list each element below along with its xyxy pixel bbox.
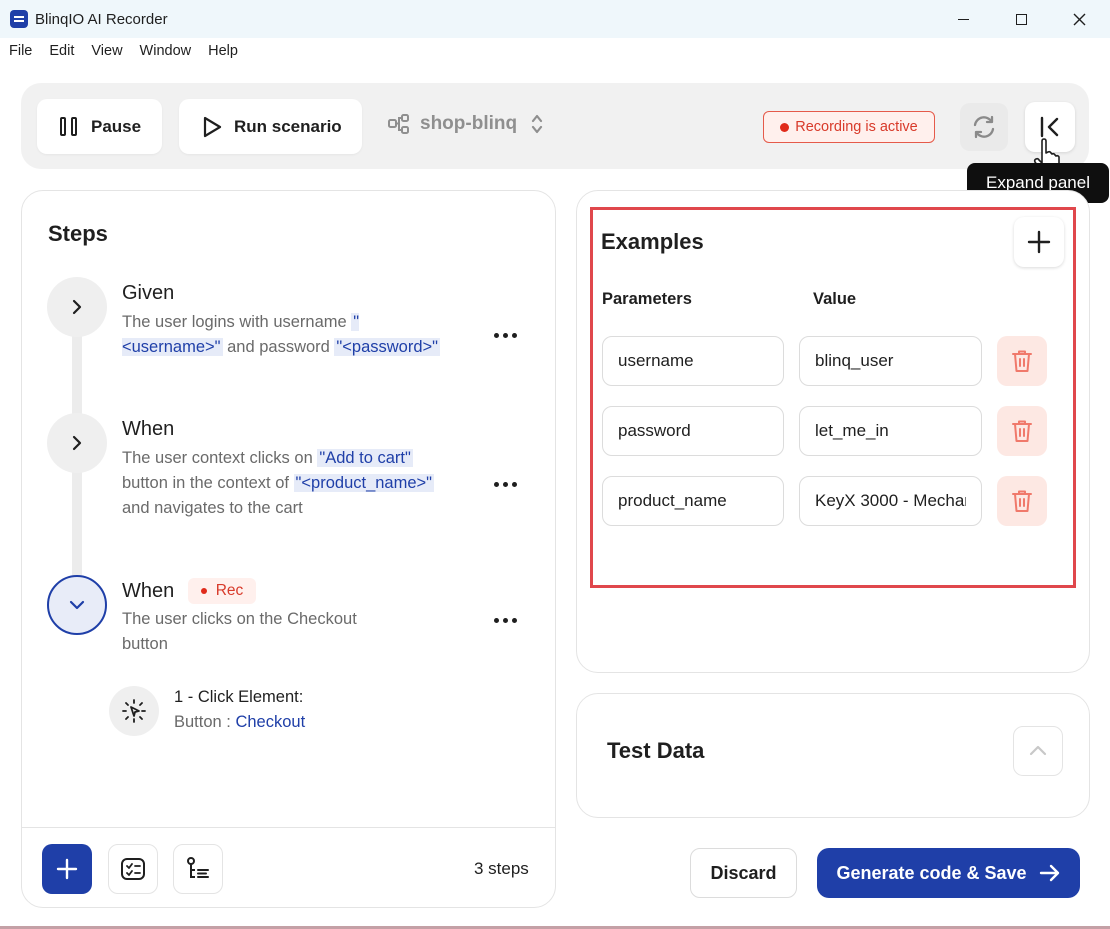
parameters-header: Parameters — [602, 290, 692, 308]
test-data-title: Test Data — [607, 738, 705, 763]
step-2-text: The user context clicks on "Add to cart"… — [122, 446, 442, 521]
step-1-more-button[interactable] — [494, 333, 517, 338]
step-3-keyword: When — [122, 580, 175, 602]
step-3-rec-label: Rec — [215, 582, 244, 599]
discard-button[interactable]: Discard — [690, 848, 797, 898]
run-scenario-label: Run scenario — [234, 116, 342, 136]
sort-icon — [531, 114, 543, 134]
value-input-password[interactable] — [799, 406, 982, 456]
examples-highlight-box — [590, 207, 1076, 588]
add-example-button[interactable] — [1014, 217, 1064, 267]
maximize-button[interactable] — [992, 0, 1050, 38]
list-tree-icon — [187, 857, 209, 878]
checklist-icon — [121, 858, 145, 880]
close-icon — [1073, 13, 1085, 25]
generate-code-save-button[interactable]: Generate code & Save — [817, 848, 1080, 898]
delete-row-username-button[interactable] — [997, 336, 1047, 386]
play-icon — [203, 116, 222, 137]
step-1-toggle[interactable] — [47, 277, 107, 337]
refresh-icon — [973, 115, 995, 139]
step-3-text: The user clicks on the Checkout button — [122, 610, 357, 653]
step-2-param-product-name: "<product_name>" — [293, 474, 435, 492]
sub-action-target-link[interactable]: Checkout — [235, 713, 305, 731]
app-logo-icon — [10, 10, 28, 28]
pause-button[interactable]: Pause — [37, 99, 162, 154]
recording-status-text: Recording is active — [795, 119, 918, 135]
menu-window[interactable]: Window — [140, 43, 192, 59]
sub-action-type: Button : — [174, 713, 236, 731]
sub-action-desc: Button : Checkout — [174, 713, 305, 732]
step-2-toggle[interactable] — [47, 413, 107, 473]
list-tree-button[interactable] — [173, 844, 223, 894]
trash-icon — [1012, 490, 1032, 512]
param-input-product-name[interactable] — [602, 476, 784, 526]
minimize-button[interactable] — [934, 0, 992, 38]
menu-file[interactable]: File — [9, 43, 32, 59]
chevron-up-icon — [1029, 745, 1047, 756]
chevron-right-icon — [72, 435, 82, 451]
project-selector[interactable]: shop-blinq — [388, 113, 543, 135]
step-2-param-add-to-cart: "Add to cart" — [317, 449, 413, 467]
recorder-toolbar: Pause Run scenario shop-blinq Recording … — [21, 83, 1089, 169]
menu-bar: File Edit View Window Help — [0, 38, 255, 64]
generate-code-save-label: Generate code & Save — [836, 862, 1027, 883]
pause-icon — [60, 117, 77, 136]
window-title: BlinqIO AI Recorder — [35, 11, 168, 28]
test-data-toggle-button[interactable] — [1013, 726, 1063, 776]
chevron-down-icon — [69, 600, 85, 610]
trash-icon — [1012, 420, 1032, 442]
step-1-text-part: The user logins with username — [122, 313, 352, 331]
value-input-product-name[interactable] — [799, 476, 982, 526]
rec-dot-icon — [200, 588, 207, 594]
arrow-right-icon — [1039, 864, 1059, 882]
project-name: shop-blinq — [420, 113, 518, 134]
title-bar: BlinqIO AI Recorder — [0, 0, 1110, 38]
step-2-text-part: button in the context of — [122, 474, 294, 492]
menu-edit[interactable]: Edit — [49, 43, 74, 59]
step-2-keyword: When — [122, 418, 175, 440]
examples-title: Examples — [601, 229, 704, 254]
click-action-icon-wrap — [109, 686, 159, 736]
run-scenario-button[interactable]: Run scenario — [179, 99, 362, 154]
delete-row-product-name-button[interactable] — [997, 476, 1047, 526]
chevron-right-icon — [72, 299, 82, 315]
step-2-text-part: The user context clicks on — [122, 449, 318, 467]
step-1-param-password: "<password>" — [334, 338, 441, 356]
step-2-text-part: and navigates to the cart — [122, 499, 303, 517]
steps-panel: Steps Given The user logins with usernam… — [21, 190, 556, 908]
sub-action-title: 1 - Click Element: — [174, 688, 304, 706]
value-input-username[interactable] — [799, 336, 982, 386]
add-step-button[interactable] — [42, 844, 92, 894]
test-data-panel: Test Data — [576, 693, 1090, 818]
checklist-button[interactable] — [108, 844, 158, 894]
param-input-username[interactable] — [602, 336, 784, 386]
close-button[interactable] — [1050, 0, 1108, 38]
step-1-keyword: Given — [122, 282, 175, 304]
value-header: Value — [813, 290, 857, 308]
step-1-text-part: and password — [222, 338, 335, 356]
plus-icon — [1027, 230, 1051, 254]
delete-row-password-button[interactable] — [997, 406, 1047, 456]
refresh-button[interactable] — [960, 103, 1008, 151]
trash-icon — [1012, 350, 1032, 372]
param-input-password[interactable] — [602, 406, 784, 456]
project-icon — [388, 114, 409, 134]
step-2-more-button[interactable] — [494, 482, 517, 487]
menu-help[interactable]: Help — [208, 43, 238, 59]
step-3-more-button[interactable] — [494, 618, 517, 623]
step-3-toggle[interactable] — [47, 575, 107, 635]
collapse-left-icon — [1040, 116, 1059, 138]
steps-title: Steps — [48, 221, 108, 246]
steps-count: 3 steps — [474, 859, 529, 878]
steps-footer: 3 steps — [22, 827, 555, 907]
menu-view[interactable]: View — [91, 43, 122, 59]
plus-icon — [56, 858, 78, 880]
step-1-text: The user logins with username "<username… — [122, 310, 442, 360]
recording-dot-icon — [780, 122, 790, 132]
step-3-rec-badge: Rec — [188, 578, 256, 604]
click-icon — [122, 699, 146, 723]
pause-button-label: Pause — [91, 116, 142, 136]
recording-status-badge: Recording is active — [763, 111, 935, 143]
